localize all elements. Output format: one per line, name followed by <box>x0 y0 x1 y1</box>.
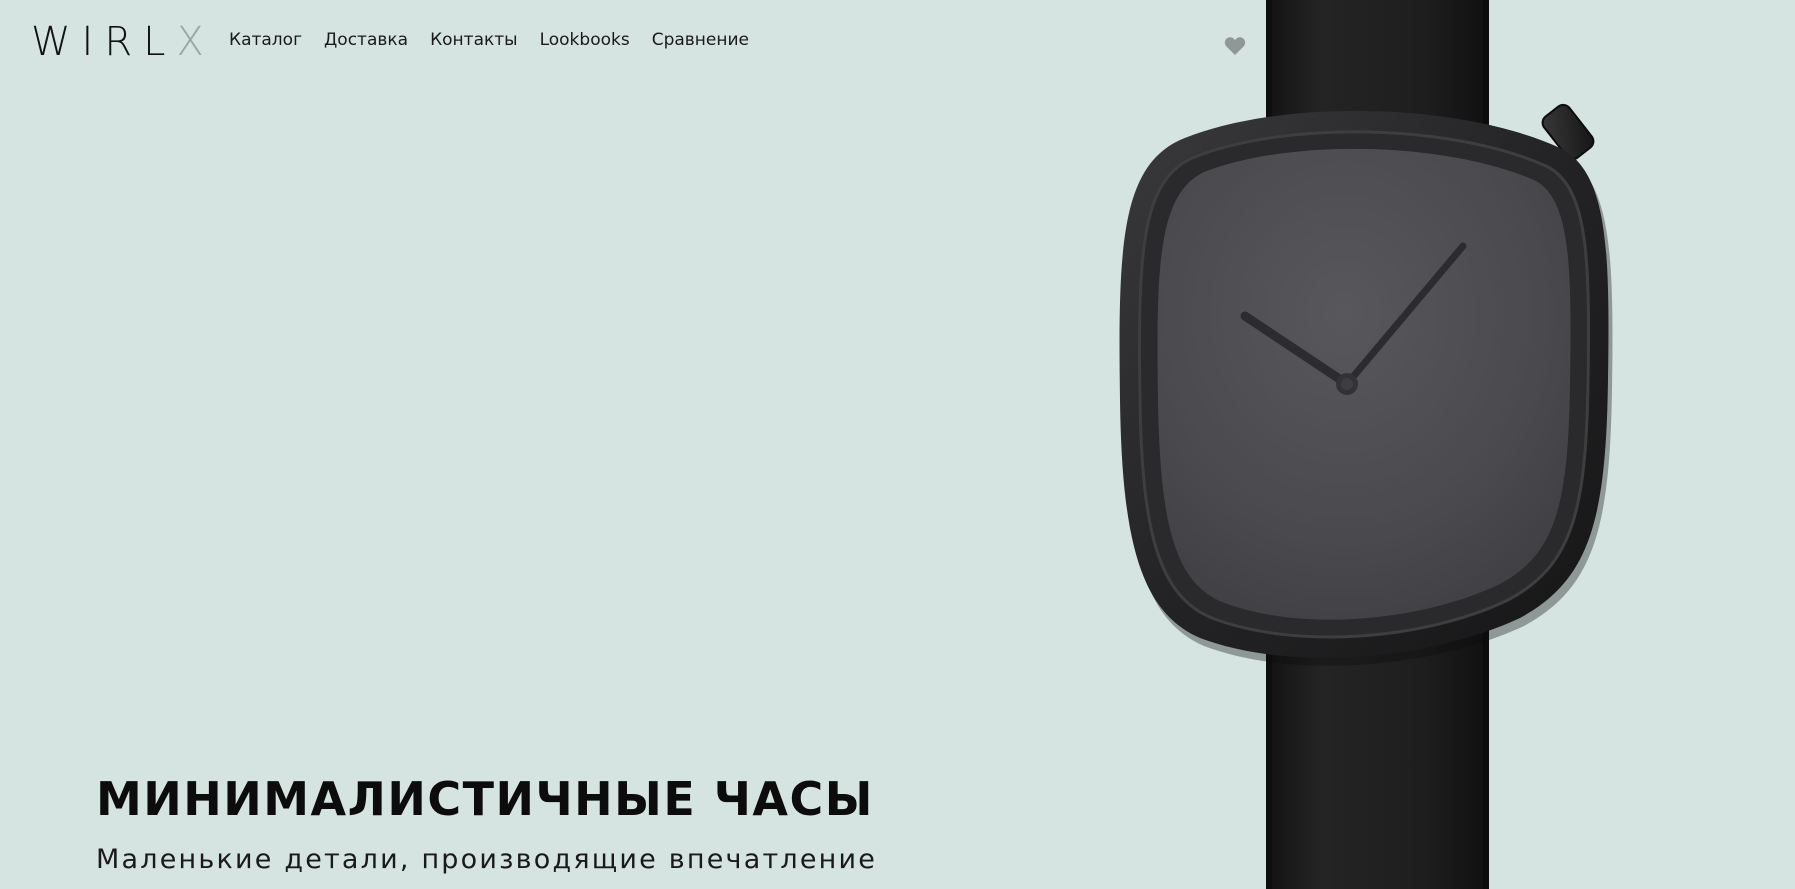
logo-text: WIRL <box>31 19 177 65</box>
favorites-button[interactable] <box>1224 36 1246 56</box>
nav-item-catalog[interactable]: Каталог <box>229 30 302 50</box>
hero-watch-image <box>1119 0 1613 889</box>
nav-item-contacts[interactable]: Контакты <box>430 30 518 50</box>
heart-icon <box>1224 37 1246 55</box>
brand-logo[interactable]: WIRLX <box>31 18 204 66</box>
nav-item-compare[interactable]: Сравнение <box>652 30 749 50</box>
nav-item-delivery[interactable]: Доставка <box>324 30 408 50</box>
hero-subtitle: Маленькие детали, производящие впечатлен… <box>96 844 878 875</box>
logo-accent-letter: X <box>176 19 204 65</box>
main-nav: Каталог Доставка Контакты Lookbooks Срав… <box>229 30 749 50</box>
nav-item-lookbooks[interactable]: Lookbooks <box>540 30 630 50</box>
hero-title: МИНИМАЛИСТИЧНЫЕ ЧАСЫ <box>96 772 874 826</box>
